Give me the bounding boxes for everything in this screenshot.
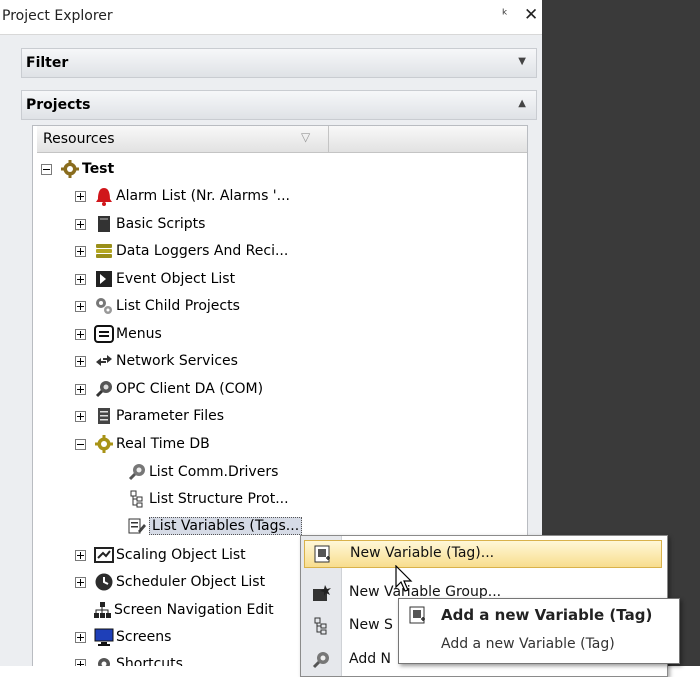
- tree-item-event-object-list[interactable]: Event Object List: [75, 266, 235, 292]
- tree-item-label: List Comm.Drivers: [149, 464, 279, 480]
- expand-icon[interactable]: [75, 300, 86, 312]
- tree-item-scaling-object-list[interactable]: Scaling Object List: [75, 542, 246, 568]
- tree-item-opc-client[interactable]: OPC Client DA (COM): [75, 376, 263, 402]
- menu-item-label: New S: [349, 617, 393, 633]
- expand-icon[interactable]: [75, 273, 86, 285]
- tree-item-list-variables[interactable]: List Variables (Tags...: [127, 513, 303, 539]
- tree-item-label: Real Time DB: [116, 436, 210, 452]
- scheduler-clock-icon: [94, 572, 114, 592]
- tree-item-label: List Structure Prot...: [149, 491, 289, 507]
- tree-item-label: List Child Projects: [116, 298, 240, 314]
- tree-item-label: Scheduler Object List: [116, 574, 266, 590]
- expand-icon[interactable]: [75, 631, 86, 643]
- screen-monitor-icon: [94, 627, 114, 647]
- new-variable-icon: [407, 605, 427, 625]
- expand-icon[interactable]: [75, 549, 86, 561]
- projects-section-header[interactable]: Projects ▲: [21, 90, 537, 120]
- parameter-files-icon: [94, 406, 114, 426]
- tree-item-label: Basic Scripts: [116, 216, 206, 232]
- panel-title: Project Explorer: [2, 8, 113, 24]
- tooltip: Add a new Variable (Tag) Add a new Varia…: [398, 598, 680, 664]
- tree-item-screen-navigation[interactable]: Screen Navigation Edit: [92, 597, 274, 623]
- add-driver-icon: [311, 650, 331, 670]
- filter-section-header[interactable]: Filter ▼: [21, 48, 537, 78]
- menu-item-new-variable[interactable]: New Variable (Tag)...: [304, 540, 662, 568]
- expand-icon[interactable]: [75, 328, 86, 340]
- tree-item-scheduler-object-list[interactable]: Scheduler Object List: [75, 569, 265, 595]
- resources-column-label: Resources: [43, 131, 115, 147]
- tree-item-label: Screen Navigation Edit: [114, 602, 274, 618]
- expand-icon[interactable]: [75, 576, 86, 588]
- tree-item-network-services[interactable]: Network Services: [75, 348, 238, 374]
- tree-root-test[interactable]: Test: [41, 156, 114, 182]
- tree-item-label: Alarm List (Nr. Alarms '...: [116, 188, 291, 204]
- tree-item-real-time-db[interactable]: Real Time DB: [75, 431, 210, 457]
- realtime-db-gear-icon: [94, 434, 114, 454]
- opc-client-icon: [94, 379, 114, 399]
- tree-item-label: Network Services: [116, 353, 238, 369]
- expand-icon[interactable]: [75, 218, 86, 230]
- close-icon[interactable]: ✕: [524, 5, 538, 25]
- tree-item-list-child-projects[interactable]: List Child Projects: [75, 293, 240, 319]
- alarm-bell-icon: [94, 186, 114, 206]
- tooltip-description: Add a new Variable (Tag): [441, 636, 615, 652]
- column-filter-icon[interactable]: ▽: [301, 130, 310, 144]
- tree-item-label: Data Loggers And Reci...: [116, 243, 289, 259]
- tree-item-label: Test: [82, 161, 115, 177]
- tree-item-parameter-files[interactable]: Parameter Files: [75, 403, 224, 429]
- tree-column-header: Resources ▽: [37, 126, 527, 153]
- scaling-object-icon: [94, 545, 114, 565]
- menu-item-label: Add N: [349, 651, 392, 667]
- expand-icon[interactable]: [75, 383, 86, 395]
- network-arrows-icon: [94, 351, 114, 371]
- new-structure-icon: [311, 616, 331, 636]
- tree-item-label: Menus: [116, 326, 162, 342]
- menu-item-label: New Variable (Tag)...: [350, 545, 495, 561]
- tree-item-list-comm-drivers[interactable]: List Comm.Drivers: [127, 459, 278, 485]
- tree-item-label: OPC Client DA (COM): [116, 381, 264, 397]
- tree-item-menus[interactable]: Menus: [75, 321, 162, 347]
- expand-icon[interactable]: [75, 355, 86, 367]
- new-variable-icon: [312, 544, 332, 564]
- tree-item-label: Parameter Files: [116, 408, 225, 424]
- panel-title-bar: Project Explorer ᵏ ✕: [0, 0, 542, 35]
- tree-item-data-loggers[interactable]: Data Loggers And Reci...: [75, 238, 288, 264]
- new-variable-group-icon: [311, 583, 331, 603]
- database-stack-icon: [94, 241, 114, 261]
- chevron-up-icon: ▲: [518, 98, 526, 109]
- child-projects-icon: [94, 296, 114, 316]
- tree-item-label: Shortcuts: [116, 656, 183, 666]
- tree-item-basic-scripts[interactable]: Basic Scripts: [75, 211, 205, 237]
- screen-navigation-icon: [92, 600, 112, 620]
- expand-icon[interactable]: [75, 245, 86, 257]
- resources-column[interactable]: Resources ▽: [37, 126, 329, 152]
- collapse-icon[interactable]: [41, 163, 52, 175]
- filter-label: Filter: [26, 55, 69, 71]
- tree-item-screens[interactable]: Screens: [75, 624, 171, 650]
- expand-icon[interactable]: [75, 190, 86, 202]
- script-file-icon: [94, 214, 114, 234]
- chevron-down-icon: ▼: [518, 56, 526, 67]
- tree-item-label: List Variables (Tags...: [149, 517, 303, 535]
- tree-item-label: Event Object List: [116, 271, 236, 287]
- tree-item-list-structure-prot[interactable]: List Structure Prot...: [127, 486, 289, 512]
- shortcuts-gear-icon: [94, 654, 114, 666]
- project-gear-icon: [60, 159, 80, 179]
- tree-item-label: Screens: [116, 629, 172, 645]
- tree-item-shortcuts[interactable]: Shortcuts: [75, 651, 183, 666]
- expand-icon[interactable]: [75, 658, 86, 666]
- event-object-icon: [94, 269, 114, 289]
- variables-tags-icon: [127, 516, 147, 536]
- projects-label: Projects: [26, 97, 91, 113]
- comm-drivers-icon: [127, 462, 147, 482]
- pin-icon[interactable]: ᵏ: [502, 7, 508, 23]
- menu-icon: [94, 324, 114, 344]
- tree-item-label: Scaling Object List: [116, 547, 246, 563]
- tree-item-alarm-list[interactable]: Alarm List (Nr. Alarms '...: [75, 183, 290, 209]
- mouse-cursor-icon: [395, 565, 413, 592]
- structure-prototype-icon: [127, 489, 147, 509]
- expand-icon[interactable]: [75, 410, 86, 422]
- collapse-icon[interactable]: [75, 438, 86, 450]
- tooltip-title: Add a new Variable (Tag): [441, 606, 653, 624]
